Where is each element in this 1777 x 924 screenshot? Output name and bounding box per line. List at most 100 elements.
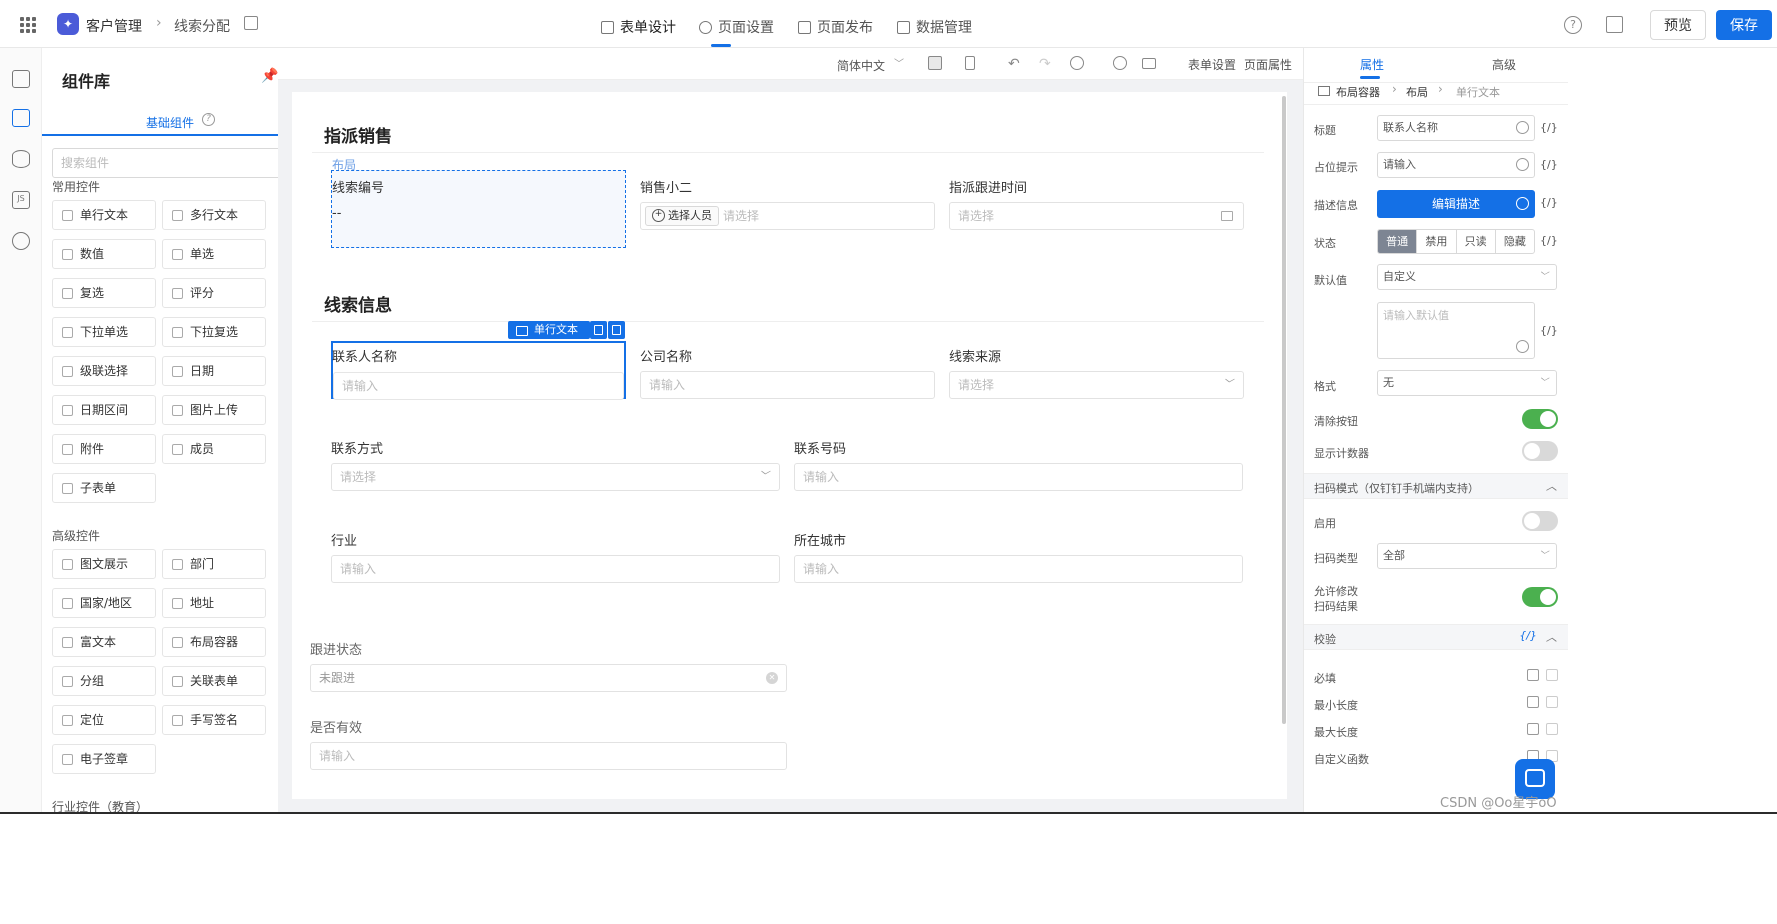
section-scan-mode[interactable]: 扫码模式（仅钉钉手机端内支持） ︿ [1304, 473, 1568, 499]
pin-icon[interactable]: 📌 [261, 68, 278, 84]
section-validation[interactable]: 校验 {/} ︿ [1304, 624, 1568, 650]
follow-status-select[interactable]: 未跟进 ✕ [310, 664, 787, 692]
counter-toggle[interactable] [1522, 441, 1558, 461]
clear-icon[interactable]: ✕ [766, 672, 778, 684]
format-select[interactable]: 无 ﹀ [1377, 370, 1557, 396]
scan-type-select[interactable]: 全部 ﹀ [1377, 543, 1557, 569]
component-common-5[interactable]: 评分 [162, 278, 266, 308]
component-common-11[interactable]: 图片上传 [162, 395, 266, 425]
globe-icon[interactable] [1516, 158, 1529, 171]
breadcrumb-app[interactable]: 客户管理 [86, 16, 142, 36]
tab-properties[interactable]: 属性 [1360, 56, 1384, 73]
canvas-scrollbar[interactable] [1282, 96, 1286, 724]
edit-description-button[interactable]: 编辑描述 [1377, 190, 1535, 218]
tab-data-manage[interactable]: 数据管理 [897, 17, 972, 37]
component-common-3[interactable]: 单选 [162, 239, 266, 269]
rule-required-checkbox[interactable] [1546, 669, 1558, 681]
rule-max-length-checkbox[interactable] [1546, 723, 1558, 735]
placeholder-input[interactable]: 请输入 [1377, 152, 1535, 178]
database-icon[interactable] [12, 150, 30, 168]
globe-icon[interactable] [1516, 197, 1529, 210]
default-value-textarea[interactable]: 请输入默认值 [1377, 302, 1535, 359]
edit-icon[interactable] [1527, 696, 1539, 708]
components-icon[interactable] [12, 109, 30, 127]
component-common-10[interactable]: 日期区间 [52, 395, 156, 425]
city-input[interactable]: 请输入 [794, 555, 1243, 583]
component-common-2[interactable]: 数值 [52, 239, 156, 269]
keyboard-icon[interactable] [1142, 58, 1156, 69]
contact-name-input[interactable]: 请输入 [333, 372, 624, 400]
edit-icon[interactable] [244, 16, 258, 30]
apps-grid-icon[interactable] [20, 17, 36, 33]
variable-binding-icon[interactable]: {/} [1540, 234, 1558, 247]
copy-icon[interactable] [590, 321, 607, 339]
variable-binding-icon[interactable]: {/} [1540, 158, 1558, 171]
component-advanced-8[interactable]: 定位 [52, 705, 156, 735]
variable-binding-icon[interactable]: {/} [1540, 121, 1558, 134]
tab-basic-components[interactable]: 基础组件 ? [42, 108, 317, 136]
desktop-view-icon[interactable] [928, 56, 942, 70]
title-input[interactable]: 联系人名称 [1377, 115, 1535, 141]
tab-form-design[interactable]: 表单设计 [601, 17, 676, 37]
help-icon[interactable]: ? [1564, 16, 1582, 34]
delete-icon[interactable] [608, 321, 625, 339]
variable-binding-icon[interactable]: {/} [1540, 196, 1558, 209]
component-advanced-6[interactable]: 分组 [52, 666, 156, 696]
search-input[interactable]: 搜索组件 [52, 148, 306, 178]
component-common-6[interactable]: 下拉单选 [52, 317, 156, 347]
component-advanced-0[interactable]: 图文展示 [52, 549, 156, 579]
page-properties-link[interactable]: 页面属性 [1244, 56, 1292, 73]
member-picker[interactable]: 选择人员 请选择 [640, 202, 935, 230]
company-name-input[interactable]: 请输入 [640, 371, 935, 399]
select-member-button[interactable]: 选择人员 [645, 206, 719, 226]
component-common-12[interactable]: 附件 [52, 434, 156, 464]
component-advanced-3[interactable]: 地址 [162, 588, 266, 618]
state-disabled[interactable]: 禁用 [1417, 230, 1457, 253]
phone-input[interactable]: 请输入 [794, 463, 1243, 491]
preview-button[interactable]: 预览 [1650, 10, 1706, 40]
state-readonly[interactable]: 只读 [1457, 230, 1496, 253]
clue-source-select[interactable]: 请选择 ﹀ [949, 371, 1244, 399]
chevron-up-icon[interactable]: ︿ [1546, 629, 1557, 645]
scan-enable-toggle[interactable] [1522, 511, 1558, 531]
component-common-4[interactable]: 复选 [52, 278, 156, 308]
state-hidden[interactable]: 隐藏 [1496, 230, 1534, 253]
language-select[interactable]: 简体中文 [837, 57, 885, 74]
component-advanced-7[interactable]: 关联表单 [162, 666, 266, 696]
industry-input[interactable]: 请输入 [331, 555, 780, 583]
save-button[interactable]: 保存 [1716, 10, 1772, 40]
globe-icon[interactable] [12, 232, 30, 250]
component-common-8[interactable]: 级联选择 [52, 356, 156, 386]
component-common-9[interactable]: 日期 [162, 356, 266, 386]
external-link-icon[interactable] [1606, 16, 1623, 33]
undo-icon[interactable]: ↶ [1008, 56, 1022, 72]
contact-method-select[interactable]: 请选择 ﹀ [331, 463, 780, 491]
component-advanced-5[interactable]: 布局容器 [162, 627, 266, 657]
chevron-up-icon[interactable]: ︿ [1546, 478, 1557, 494]
component-advanced-1[interactable]: 部门 [162, 549, 266, 579]
tab-page-settings[interactable]: 页面设置 [699, 17, 774, 37]
breadcrumb-layout-container[interactable]: 布局容器 [1336, 84, 1380, 100]
valid-input[interactable]: 请输入 [310, 742, 787, 770]
tab-page-publish[interactable]: 页面发布 [798, 17, 873, 37]
state-normal[interactable]: 普通 [1378, 230, 1418, 253]
clear-button-toggle[interactable] [1522, 409, 1558, 429]
tab-advanced[interactable]: 高级 [1492, 56, 1516, 73]
component-advanced-10[interactable]: 电子签章 [52, 744, 156, 774]
component-common-13[interactable]: 成员 [162, 434, 266, 464]
breadcrumb-layout[interactable]: 布局 [1406, 84, 1428, 100]
default-value-select[interactable]: 自定义 ﹀ [1377, 264, 1557, 290]
redo-icon[interactable]: ↷ [1039, 56, 1053, 72]
history-icon[interactable] [1070, 56, 1084, 70]
variable-binding-icon[interactable]: {/} [1519, 629, 1537, 642]
help-icon[interactable]: ? [202, 113, 215, 126]
component-common-1[interactable]: 多行文本 [162, 200, 266, 230]
component-advanced-9[interactable]: 手写签名 [162, 705, 266, 735]
component-common-0[interactable]: 单行文本 [52, 200, 156, 230]
search-icon[interactable] [1113, 56, 1127, 70]
component-common-14[interactable]: 子表单 [52, 473, 156, 503]
component-common-7[interactable]: 下拉复选 [162, 317, 266, 347]
date-picker[interactable]: 请选择 [949, 202, 1244, 230]
variable-binding-icon[interactable]: {/} [1540, 324, 1558, 337]
allow-edit-toggle[interactable] [1522, 587, 1558, 607]
